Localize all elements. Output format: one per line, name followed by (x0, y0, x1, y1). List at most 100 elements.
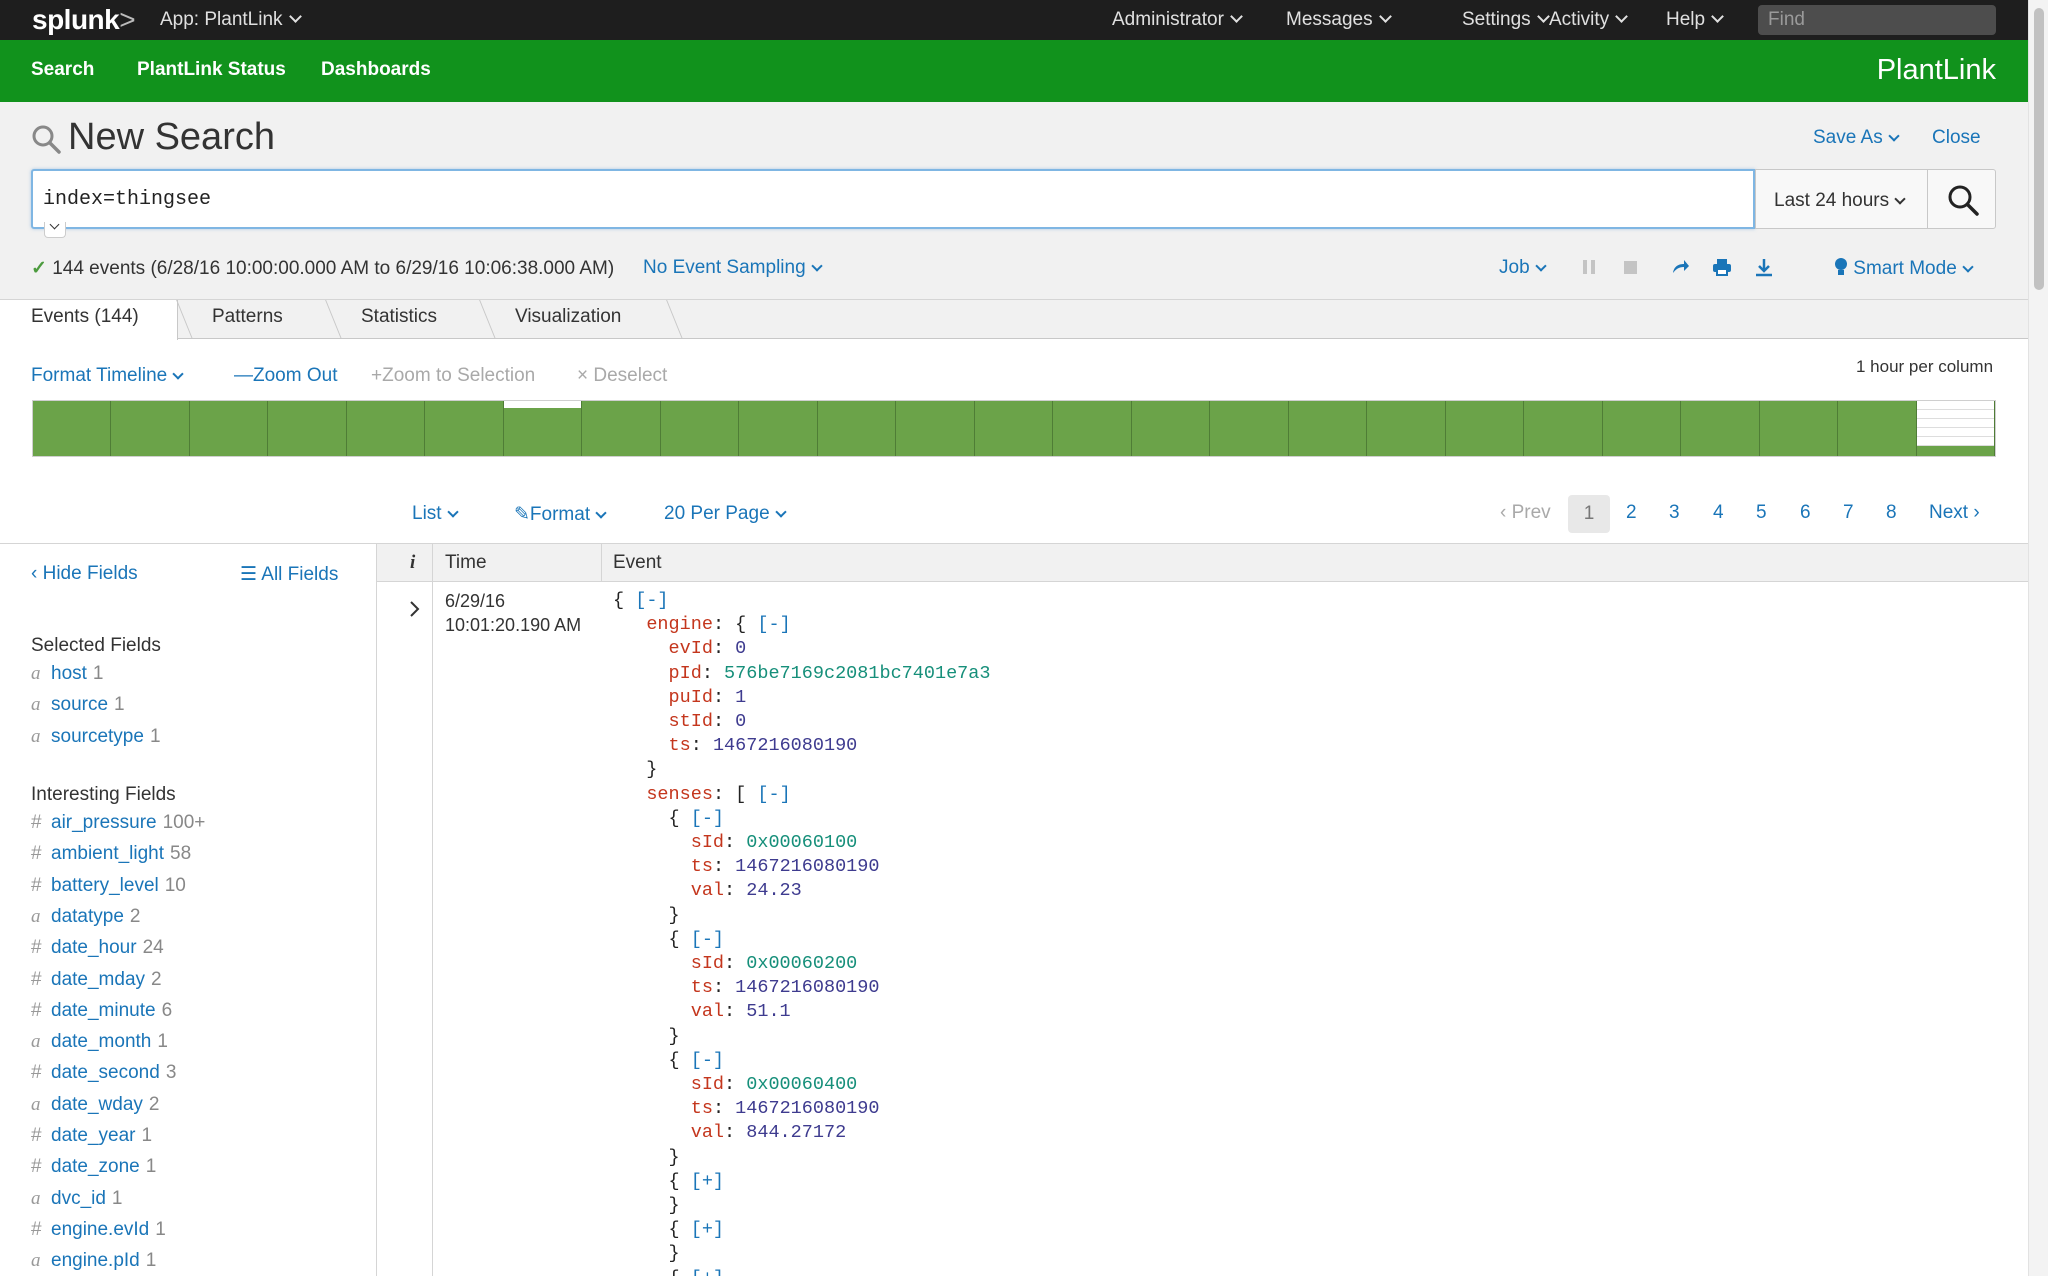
nav-dashboards[interactable]: Dashboards (321, 59, 431, 81)
timeline-bar[interactable] (1838, 401, 1917, 456)
close-button[interactable]: Close (1932, 127, 1981, 149)
expand-toggle[interactable]: [+] (691, 1268, 724, 1276)
page-scrollbar[interactable] (2028, 0, 2048, 1276)
event-sampling-dropdown[interactable]: No Event Sampling (643, 257, 823, 279)
field-item[interactable]: a sourcetype 1 (31, 726, 161, 750)
menu-messages[interactable]: Messages (1286, 9, 1392, 31)
print-icon[interactable] (1712, 257, 1732, 277)
timeline-bar[interactable] (1759, 401, 1839, 456)
page-5-button[interactable]: 5 (1756, 502, 1767, 524)
search-button[interactable] (1927, 169, 1996, 229)
timeline-bar[interactable] (1916, 401, 1996, 456)
page-2-button[interactable]: 2 (1626, 502, 1637, 524)
collapse-toggle[interactable]: [-] (757, 784, 790, 805)
prev-page-button[interactable]: ‹ Prev (1500, 502, 1551, 524)
field-item[interactable]: # date_zone 1 (31, 1156, 156, 1180)
zoom-to-selection-button[interactable]: +Zoom to Selection (371, 365, 535, 387)
field-name[interactable]: engine.pId (51, 1250, 140, 1271)
field-item[interactable]: # date_year 1 (31, 1125, 152, 1149)
nav-plantlink-status[interactable]: PlantLink Status (137, 59, 286, 81)
menu-administrator[interactable]: Administrator (1112, 9, 1243, 31)
timeline-bar[interactable] (739, 401, 818, 456)
menu-help[interactable]: Help (1666, 9, 1724, 31)
splunk-logo[interactable]: splunk> (32, 4, 136, 36)
expand-toggle[interactable]: [+] (691, 1219, 724, 1240)
field-item[interactable]: a date_month 1 (31, 1031, 168, 1055)
field-item[interactable]: a datatype 2 (31, 906, 140, 930)
zoom-out-button[interactable]: —Zoom Out (234, 365, 337, 387)
timeline-bar[interactable] (268, 401, 347, 456)
timeline-bar[interactable] (1367, 401, 1446, 456)
timeline-bar[interactable] (1681, 401, 1760, 456)
page-7-button[interactable]: 7 (1843, 502, 1854, 524)
timeline-bar[interactable] (896, 401, 975, 456)
timeline-bar[interactable] (111, 401, 190, 456)
field-name[interactable]: date_year (51, 1125, 136, 1146)
pause-icon[interactable] (1582, 257, 1596, 277)
collapse-toggle[interactable]: [-] (757, 614, 790, 635)
page-4-button[interactable]: 4 (1713, 502, 1724, 524)
collapse-toggle[interactable]: [-] (691, 808, 724, 829)
field-item[interactable]: a date_wday 2 (31, 1094, 159, 1118)
field-name[interactable]: date_mday (51, 969, 145, 990)
timeline-bar[interactable] (582, 401, 661, 456)
field-item[interactable]: # date_hour 24 (31, 937, 164, 961)
field-item[interactable]: # engine.evId 1 (31, 1219, 166, 1243)
field-name[interactable]: dvc_id (51, 1188, 106, 1209)
tab-events[interactable]: Events (144) (0, 300, 178, 340)
collapse-toggle[interactable]: [-] (691, 929, 724, 950)
tab-statistics[interactable]: Statistics (361, 300, 437, 339)
field-item[interactable]: # date_second 3 (31, 1062, 176, 1086)
scrollbar-thumb[interactable] (2034, 8, 2044, 290)
field-item[interactable]: # date_mday 2 (31, 969, 162, 993)
field-item[interactable]: a engine.pId 1 (31, 1250, 156, 1274)
timeline-bar[interactable] (974, 401, 1054, 456)
field-name[interactable]: date_wday (51, 1094, 143, 1115)
field-item[interactable]: a source 1 (31, 694, 125, 718)
hide-fields-button[interactable]: ‹ Hide Fields (31, 563, 138, 585)
timeline-bar[interactable] (1445, 401, 1525, 456)
field-name[interactable]: source (51, 694, 108, 715)
time-range-picker[interactable]: Last 24 hours (1755, 169, 1928, 229)
timeline-bar[interactable] (1288, 401, 1368, 456)
page-8-button[interactable]: 8 (1886, 502, 1897, 524)
format-dropdown[interactable]: ✎Format (514, 503, 607, 526)
all-fields-button[interactable]: ☰ All Fields (240, 563, 338, 586)
job-menu[interactable]: Job (1499, 257, 1547, 279)
save-as-button[interactable]: Save As (1813, 127, 1900, 149)
field-name[interactable]: date_zone (51, 1156, 140, 1177)
field-name[interactable]: air_pressure (51, 812, 157, 833)
deselect-button[interactable]: × Deselect (577, 365, 667, 387)
search-mode-dropdown[interactable]: Smart Mode (1834, 257, 1974, 280)
timeline-bar[interactable] (503, 401, 583, 456)
menu-settings[interactable]: Settings (1462, 9, 1550, 31)
timeline-bar[interactable] (1524, 401, 1603, 456)
page-1-button[interactable]: 1 (1568, 495, 1610, 533)
timeline-bar[interactable] (817, 401, 897, 456)
page-3-button[interactable]: 3 (1669, 502, 1680, 524)
field-name[interactable]: date_month (51, 1031, 151, 1052)
find-input[interactable] (1758, 5, 1996, 35)
timeline-bar[interactable] (660, 401, 740, 456)
field-name[interactable]: host (51, 663, 87, 684)
time-column-header[interactable]: Time (445, 552, 487, 574)
export-icon[interactable] (1754, 257, 1774, 277)
timeline-bar[interactable] (1131, 401, 1211, 456)
field-name[interactable]: ambient_light (51, 843, 164, 864)
timeline-bar[interactable] (425, 401, 504, 456)
timeline-chart[interactable] (32, 400, 1996, 457)
field-name[interactable]: datatype (51, 906, 124, 927)
field-item[interactable]: # date_minute 6 (31, 1000, 172, 1024)
timeline-bar[interactable] (33, 401, 112, 456)
search-query-input[interactable] (31, 169, 1755, 229)
timeline-bar[interactable] (1053, 401, 1132, 456)
timeline-bar[interactable] (1602, 401, 1682, 456)
nav-search[interactable]: Search (31, 59, 94, 81)
field-name[interactable]: engine.evId (51, 1219, 149, 1240)
stop-icon[interactable] (1623, 257, 1639, 277)
per-page-dropdown[interactable]: 20 Per Page (664, 503, 787, 525)
format-timeline-menu[interactable]: Format Timeline (31, 365, 184, 387)
field-name[interactable]: battery_level (51, 875, 159, 896)
expand-search-toggle[interactable] (44, 219, 66, 238)
field-name[interactable]: date_minute (51, 1000, 156, 1021)
